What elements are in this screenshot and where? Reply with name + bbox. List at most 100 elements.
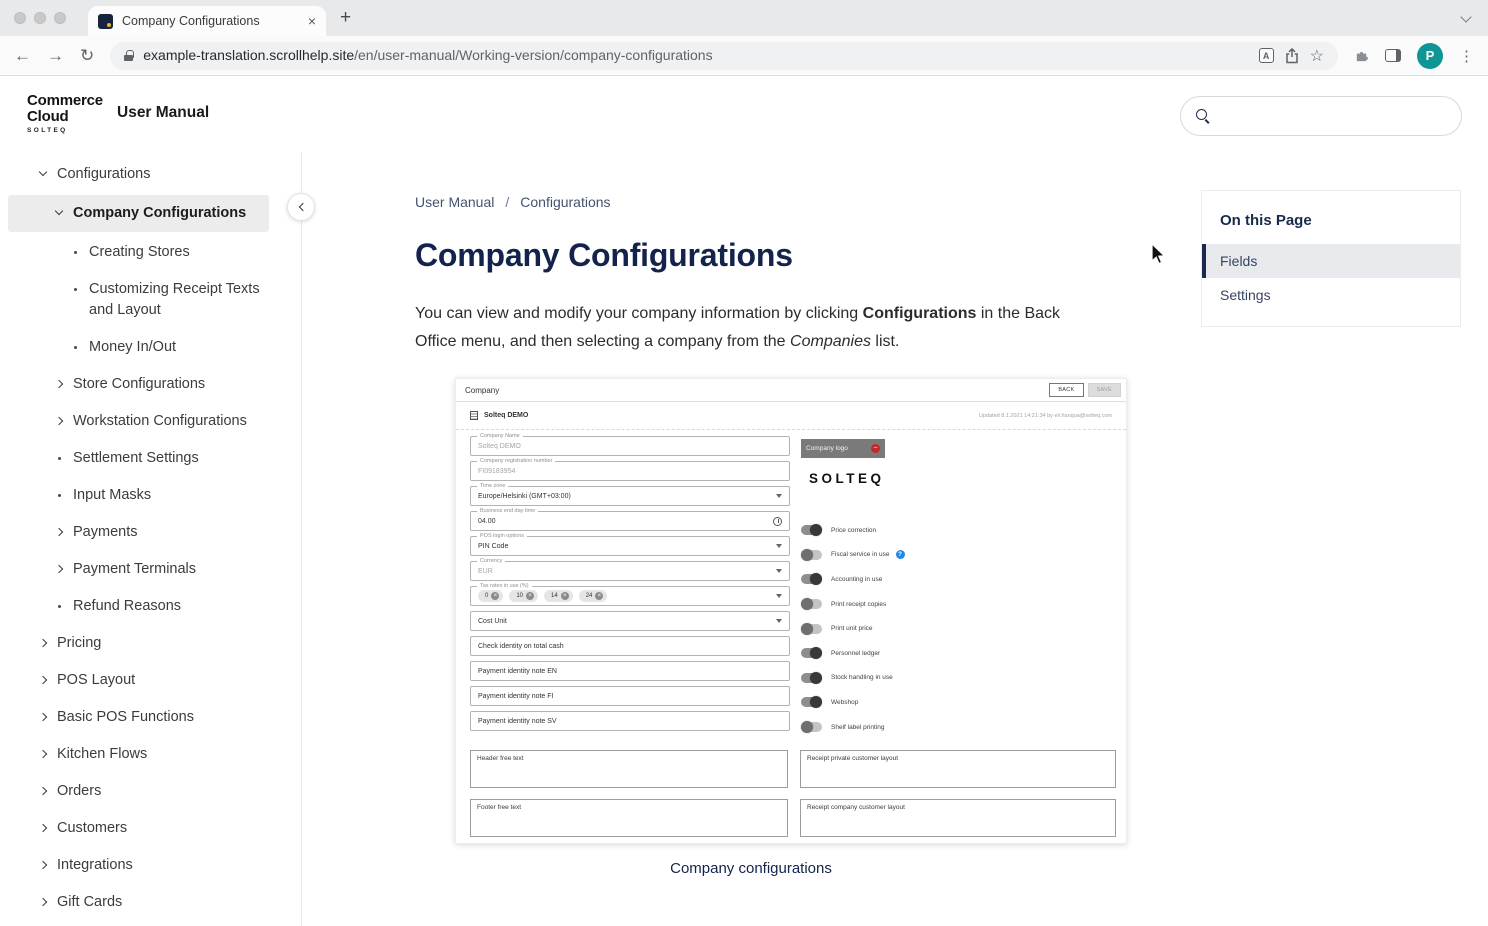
screenshot-save-button: SAVE (1088, 383, 1121, 397)
sidebar-item-label: Input Masks (73, 485, 151, 506)
delete-logo-icon: − (871, 444, 880, 453)
sidebar-item[interactable]: Money In/Out (0, 329, 301, 366)
toggle-label: Webshop (831, 699, 858, 706)
chevron-right-icon[interactable] (39, 898, 47, 906)
field-floating-label: Time zone (477, 483, 508, 489)
screenshot-form-field: Cost Unit (470, 611, 790, 631)
bullet-icon (74, 288, 77, 291)
sidebar-item-label: Gift Cards (57, 892, 122, 913)
logo-subtext: SOLTEQ (27, 127, 103, 134)
sidebar-item[interactable]: Pricing (0, 625, 301, 662)
bullet-icon (74, 346, 77, 349)
sidebar-item[interactable]: Refund Reasons (0, 588, 301, 625)
window-maximize-button[interactable] (54, 12, 66, 24)
url-bar[interactable]: example-translation.scrollhelp.site/en/u… (110, 42, 1338, 70)
sidebar-item-label: POS Layout (57, 670, 135, 691)
screenshot-form-field: Company registration numberFI09183954 (470, 461, 790, 481)
sidebar-item[interactable]: Orders (0, 773, 301, 810)
sidebar-collapse-button[interactable] (287, 193, 315, 221)
chevron-right-icon[interactable] (39, 787, 47, 795)
extensions-puzzle-icon[interactable] (1354, 48, 1369, 63)
embedded-screenshot-image[interactable]: Company BACK SAVE Solteq DEMO Updated 8.… (455, 378, 1127, 844)
reload-icon[interactable]: ↻ (80, 47, 94, 64)
sidebar-item-label: Kitchen Flows (57, 744, 147, 765)
help-icon: ? (896, 550, 905, 559)
screenshot-toggle-row: Stock handling in use (801, 666, 1117, 691)
on-this-page-item[interactable]: Settings (1202, 278, 1460, 312)
sidebar-item[interactable]: Company Configurations (8, 195, 269, 232)
sidebar-item[interactable]: Workstation Configurations (0, 403, 301, 440)
chevron-right-icon[interactable] (55, 417, 63, 425)
breadcrumb-user-manual[interactable]: User Manual (415, 194, 494, 210)
sidebar-item[interactable]: Customers (0, 810, 301, 847)
search-box[interactable] (1180, 96, 1462, 136)
chevron-right-icon[interactable] (55, 380, 63, 388)
share-icon[interactable] (1284, 48, 1300, 64)
sidebar-item[interactable]: Creating Stores (0, 234, 301, 271)
sidebar-item[interactable]: Payment Terminals (0, 551, 301, 588)
chevron-right-icon[interactable] (39, 639, 47, 647)
space-title[interactable]: User Manual (117, 104, 209, 122)
sidebar-item[interactable]: Kitchen Flows (0, 736, 301, 773)
screenshot-updated-text: Updated 8.1.2021 14:21:34 by eli.hanqua@… (979, 413, 1112, 419)
chevron-right-icon[interactable] (55, 565, 63, 573)
new-tab-button[interactable]: + (340, 7, 351, 29)
url-path: /en/user-manual/Working-version/company-… (354, 47, 712, 63)
forward-icon[interactable]: → (47, 47, 64, 64)
bookmark-star-icon[interactable]: ☆ (1310, 46, 1324, 66)
search-input[interactable] (1221, 107, 1446, 125)
on-this-page-panel: On this Page FieldsSettings (1201, 190, 1461, 327)
chevron-right-icon[interactable] (39, 713, 47, 721)
toggle-label: Print receipt copies (831, 601, 886, 608)
chip-remove-icon: × (491, 592, 499, 600)
sidebar-item[interactable]: Input Masks (0, 477, 301, 514)
chevron-right-icon[interactable] (39, 750, 47, 758)
chevron-right-icon[interactable] (39, 824, 47, 832)
breadcrumb-configurations[interactable]: Configurations (520, 194, 610, 210)
site-favicon (98, 14, 113, 29)
screenshot-textarea: Receipt company customer layout (800, 799, 1116, 837)
chip-remove-icon: × (595, 592, 603, 600)
translate-icon[interactable]: A (1259, 48, 1274, 63)
sidebar-item[interactable]: Store Configurations (0, 366, 301, 403)
screenshot-back-button: BACK (1049, 383, 1083, 397)
browser-menu-icon[interactable]: ⋮ (1459, 47, 1474, 65)
sidebar-item[interactable]: Gift Cards (0, 884, 301, 921)
sidebar-item-label: Refund Reasons (73, 596, 181, 617)
figure-caption: Company configurations (415, 860, 1087, 877)
chevron-right-icon[interactable] (55, 528, 63, 536)
profile-avatar[interactable]: P (1417, 43, 1443, 69)
tab-close-icon[interactable]: × (308, 13, 316, 29)
screenshot-textarea: Header free text (470, 750, 788, 788)
screenshot-toggle-row: Fiscal service in use? (801, 543, 1117, 568)
window-close-button[interactable] (14, 12, 26, 24)
sidebar-item[interactable]: Configurations (0, 156, 301, 193)
bullet-icon (74, 251, 77, 254)
sidebar-item-label: Money In/Out (89, 337, 176, 358)
browser-tab[interactable]: Company Configurations × (88, 6, 326, 36)
toggle-label: Accounting in use (831, 576, 882, 583)
field-floating-label: Tax rates in use (%) (477, 583, 532, 589)
intro-paragraph: You can view and modify your company inf… (415, 300, 1077, 355)
lock-icon[interactable] (124, 50, 133, 61)
chevron-down-icon[interactable] (39, 168, 47, 176)
window-minimize-button[interactable] (34, 12, 46, 24)
sidebar-item[interactable]: Basic POS Functions (0, 699, 301, 736)
back-icon[interactable]: ← (14, 47, 31, 64)
sidebar-item[interactable]: Payments (0, 514, 301, 551)
sidebar-item[interactable]: Integrations (0, 847, 301, 884)
chevron-right-icon[interactable] (39, 861, 47, 869)
commerce-cloud-logo[interactable]: Commerce Cloud SOLTEQ (27, 93, 103, 134)
tab-search-chevron-icon[interactable] (1460, 11, 1471, 22)
side-panel-icon[interactable] (1385, 49, 1401, 62)
sidebar-item[interactable]: Settlement Settings (0, 440, 301, 477)
sidebar-item[interactable]: Customizing Receipt Texts and Layout (0, 271, 301, 329)
field-value: Payment identity note SV (478, 718, 557, 725)
chevron-right-icon[interactable] (39, 676, 47, 684)
sidebar-item[interactable]: POS Layout (0, 662, 301, 699)
chevron-down-icon[interactable] (55, 207, 63, 215)
sidebar-item-label: Configurations (57, 164, 151, 185)
sidebar-item-label: Integrations (57, 855, 133, 876)
search-icon (1196, 109, 1211, 124)
on-this-page-item[interactable]: Fields (1202, 244, 1460, 278)
